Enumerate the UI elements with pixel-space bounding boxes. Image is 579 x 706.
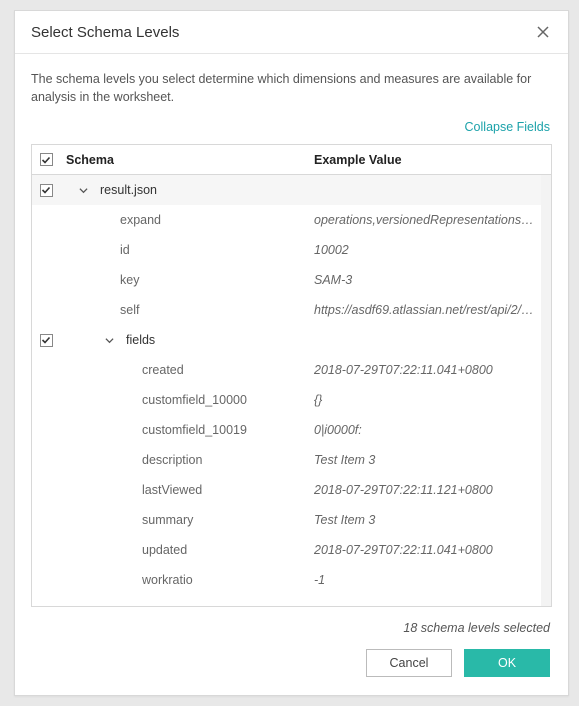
dialog-footer: Cancel OK <box>15 641 568 695</box>
select-all-checkbox[interactable] <box>40 153 53 166</box>
cancel-button[interactable]: Cancel <box>366 649 452 677</box>
status-text: 18 schema levels selected <box>15 607 568 641</box>
field-name: customfield_10000 <box>60 393 312 407</box>
field-name: self <box>60 303 312 317</box>
table-row: workratio -1 <box>32 565 551 595</box>
collapse-fields-link[interactable]: Collapse Fields <box>465 120 550 134</box>
table-row: lastViewed 2018-07-29T07:22:11.121+0800 <box>32 475 551 505</box>
check-icon <box>41 335 51 345</box>
table-row: self https://asdf69.atlassian.net/rest/a… <box>32 295 551 325</box>
field-name: summary <box>60 513 312 527</box>
header-example: Example Value <box>312 153 551 167</box>
group-row[interactable]: result.json <box>32 175 551 205</box>
dialog-title: Select Schema Levels <box>31 24 179 41</box>
group-name: result.json <box>100 183 157 197</box>
table-row: customfield_10019 0|i0000f: <box>32 415 551 445</box>
collapse-row: Collapse Fields <box>15 116 568 144</box>
row-checkbox[interactable] <box>40 334 53 347</box>
table-row: summary Test Item 3 <box>32 505 551 535</box>
field-name: expand <box>60 213 312 227</box>
ok-button[interactable]: OK <box>464 649 550 677</box>
close-button[interactable] <box>534 23 552 41</box>
example-value: {} <box>312 393 551 407</box>
field-name: lastViewed <box>60 483 312 497</box>
table-row: updated 2018-07-29T07:22:11.041+0800 <box>32 535 551 565</box>
group-name: fields <box>126 333 155 347</box>
table-row <box>32 595 551 606</box>
field-name: customfield_10019 <box>60 423 312 437</box>
table-row: key SAM-3 <box>32 265 551 295</box>
group-row[interactable]: fields <box>32 325 551 355</box>
field-name: workratio <box>60 573 312 587</box>
example-value: -1 <box>312 573 551 587</box>
scrollbar[interactable] <box>541 175 551 606</box>
table-row: created 2018-07-29T07:22:11.041+0800 <box>32 355 551 385</box>
example-value: SAM-3 <box>312 273 551 287</box>
table-row: customfield_10000 {} <box>32 385 551 415</box>
field-name: created <box>60 363 312 377</box>
chevron-down-icon[interactable] <box>102 333 116 347</box>
example-value: Test Item 3 <box>312 453 551 467</box>
example-value: https://asdf69.atlassian.net/rest/api/2/… <box>312 303 551 317</box>
example-value: 2018-07-29T07:22:11.041+0800 <box>312 363 551 377</box>
example-value: 2018-07-29T07:22:11.041+0800 <box>312 543 551 557</box>
field-name: key <box>60 273 312 287</box>
row-checkbox[interactable] <box>40 184 53 197</box>
field-name: updated <box>60 543 312 557</box>
dialog-intro: The schema levels you select determine w… <box>15 54 568 116</box>
example-value: 10002 <box>312 243 551 257</box>
field-name: description <box>60 453 312 467</box>
table-header: Schema Example Value <box>32 145 551 175</box>
table-row: id 10002 <box>32 235 551 265</box>
example-value: operations,versionedRepresentations,edit… <box>312 213 551 227</box>
chevron-down-icon[interactable] <box>76 183 90 197</box>
titlebar: Select Schema Levels <box>15 11 568 54</box>
example-value: 2018-07-29T07:22:11.121+0800 <box>312 483 551 497</box>
select-schema-dialog: Select Schema Levels The schema levels y… <box>14 10 569 696</box>
example-value: 0|i0000f: <box>312 423 551 437</box>
field-name: id <box>60 243 312 257</box>
table-row: expand operations,versionedRepresentatio… <box>32 205 551 235</box>
check-icon <box>41 185 51 195</box>
example-value: Test Item 3 <box>312 513 551 527</box>
table-row: description Test Item 3 <box>32 445 551 475</box>
schema-table: Schema Example Value result.json <box>31 144 552 607</box>
header-schema: Schema <box>60 153 312 167</box>
close-icon <box>536 25 550 39</box>
table-body[interactable]: result.json expand operations,versionedR… <box>32 175 551 606</box>
check-icon <box>41 155 51 165</box>
